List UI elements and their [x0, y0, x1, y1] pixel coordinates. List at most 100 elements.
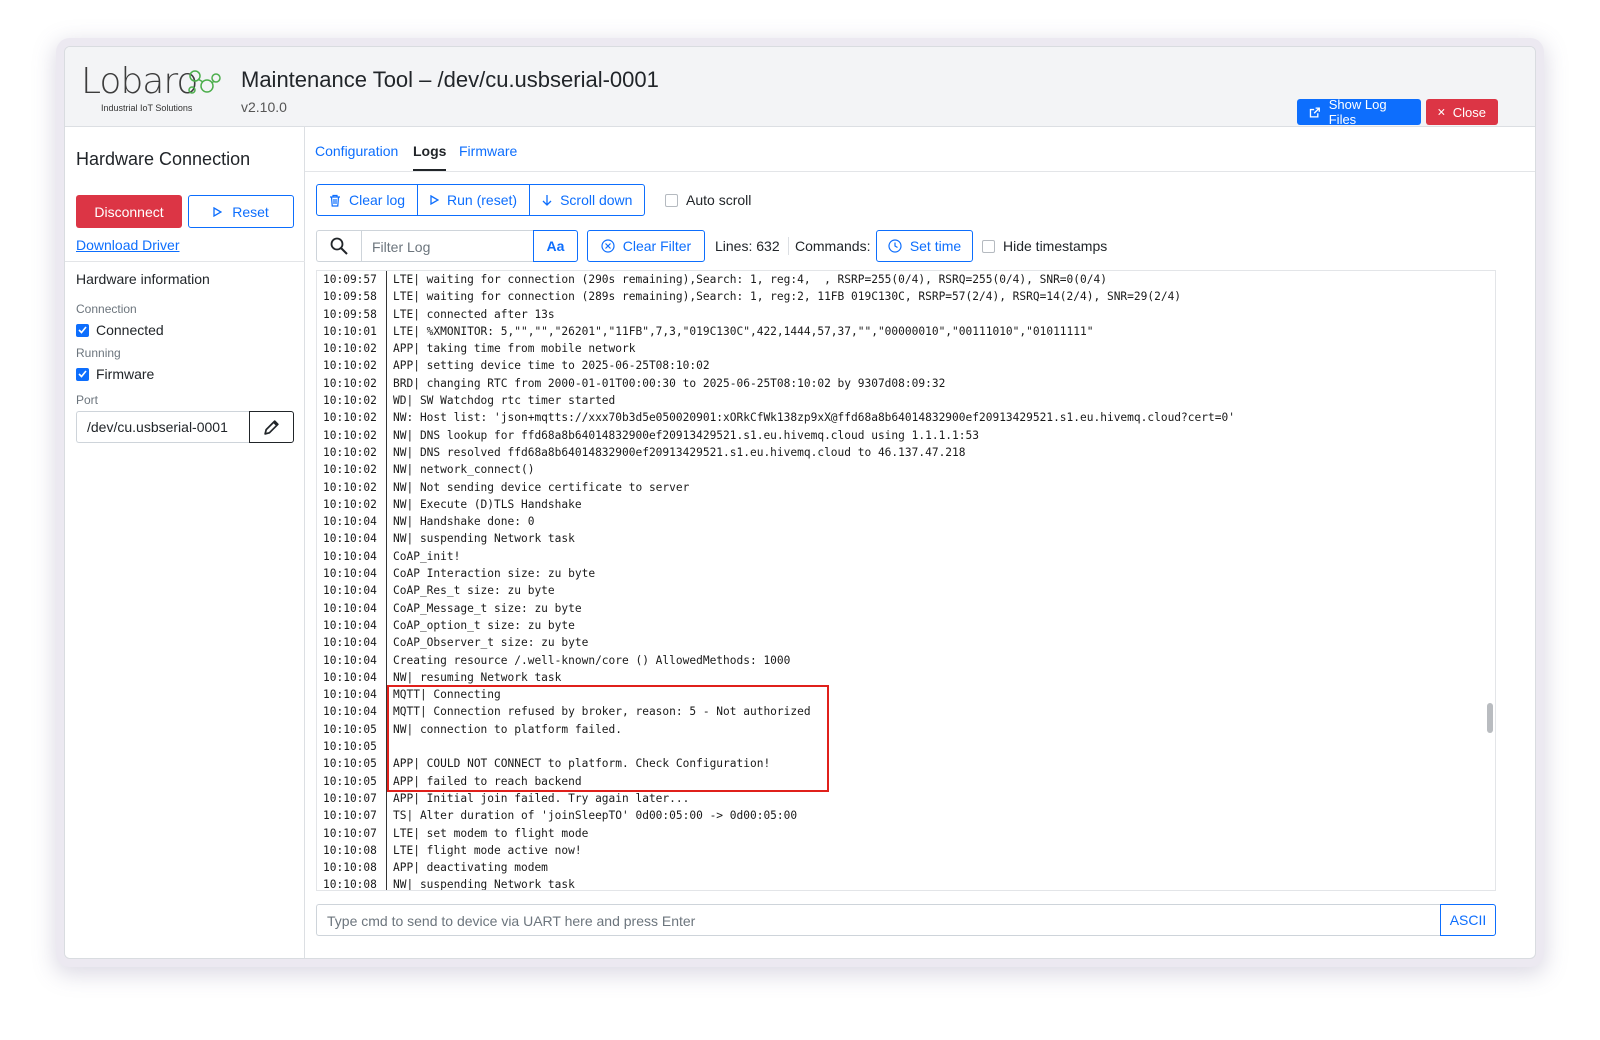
filter-log-input[interactable]: Filter Log	[361, 230, 533, 262]
firmware-label: Firmware	[96, 366, 155, 382]
search-icon	[330, 237, 348, 255]
reset-label: Reset	[232, 203, 269, 220]
pencil-icon	[264, 419, 279, 435]
log-timestamp: 10:10:05	[317, 755, 387, 773]
log-output[interactable]: 10:09:57 LTE| waiting for connection (290…	[316, 270, 1496, 891]
log-line: 10:10:02 WD| SW Watchdog rtc timer starte…	[317, 392, 1482, 410]
app-header: Lobaro Industrial IoT Solutions Maintena…	[65, 47, 1535, 127]
log-timestamp: 10:10:04	[317, 686, 387, 704]
log-timestamp: 10:10:08	[317, 841, 387, 860]
log-message: NW| suspending Network task	[393, 878, 575, 891]
disconnect-button[interactable]: Disconnect	[76, 195, 182, 228]
clear-log-label: Clear log	[349, 192, 406, 208]
reset-button[interactable]: Reset	[188, 195, 294, 228]
sidebar: Hardware Connection Disconnect Reset Dow…	[65, 127, 305, 958]
log-line: 10:10:05 APP| failed to reach backend	[317, 772, 1482, 790]
log-message: LTE| connected after 13s	[393, 307, 555, 321]
auto-scroll-checkbox[interactable]	[665, 193, 678, 207]
hide-timestamps-toggle[interactable]: Hide timestamps	[982, 238, 1107, 254]
check-icon	[78, 370, 87, 378]
log-message: CoAP_Message_t size: zu byte	[393, 601, 582, 615]
commands-label: Commands:	[795, 238, 871, 254]
sidebar-title: Hardware Connection	[76, 149, 251, 169]
encoding-toggle-button[interactable]: ASCII	[1440, 904, 1496, 936]
hardware-info-heading: Hardware information	[76, 271, 210, 287]
log-line: 10:10:05 NW| connection to platform faile…	[317, 720, 1482, 739]
log-timestamp: 10:10:08	[317, 876, 387, 890]
run-reset-button[interactable]: Run (reset)	[418, 185, 531, 215]
log-line: 10:10:02 BRD| changing RTC from 2000-01-0…	[317, 374, 1482, 393]
log-timestamp: 10:10:04	[317, 530, 387, 548]
log-line: 10:10:02 APP| taking time from mobile net…	[317, 340, 1482, 358]
log-line: 10:10:08 NW| suspending Network task	[317, 876, 1482, 891]
case-sensitive-toggle[interactable]: Aa	[533, 230, 578, 262]
connection-label: Connection	[76, 302, 137, 316]
log-message: NW| Execute (D)TLS Handshake	[393, 497, 582, 511]
log-line: 10:10:04 MQTT| Connecting	[317, 686, 1482, 704]
log-lines: 10:09:57 LTE| waiting for connection (290…	[317, 271, 1482, 891]
scroll-down-button[interactable]: Scroll down	[530, 185, 644, 215]
log-timestamp: 10:10:07	[317, 824, 387, 842]
log-scrollbar[interactable]	[1487, 703, 1493, 733]
tab-firmware[interactable]: Firmware	[459, 143, 517, 159]
log-timestamp: 10:10:02	[317, 357, 387, 375]
log-message: LTE| waiting for connection (289s remain…	[393, 290, 1182, 304]
auto-scroll-toggle[interactable]: Auto scroll	[665, 192, 751, 208]
log-line: 10:09:58 LTE| waiting for connection (289…	[317, 288, 1482, 306]
log-message	[387, 738, 393, 755]
log-line: 10:10:04 CoAP_init!	[317, 547, 1482, 566]
log-message: APP| deactivating modem	[393, 861, 548, 875]
log-line: 10:10:04 CoAP_Message_t size: zu byte	[317, 599, 1482, 617]
play-icon	[213, 206, 223, 217]
hide-timestamps-checkbox[interactable]	[982, 239, 995, 253]
log-timestamp: 10:10:04	[317, 599, 387, 617]
set-time-label: Set time	[909, 238, 962, 254]
log-message: NW| connection to platform failed.	[393, 722, 623, 736]
log-line: 10:10:07 LTE| set modem to flight mode	[317, 824, 1482, 842]
log-message: CoAP Interaction size: zu byte	[393, 567, 596, 581]
connected-checkbox[interactable]	[76, 323, 89, 337]
edit-port-button[interactable]	[249, 411, 294, 443]
lobaro-logo: Lobaro Industrial IoT Solutions	[81, 61, 241, 117]
firmware-checkbox[interactable]	[76, 367, 89, 381]
log-line: 10:10:04 CoAP Interaction size: zu byte	[317, 565, 1482, 583]
log-message: MQTT| Connecting	[393, 688, 501, 702]
check-icon	[78, 326, 87, 334]
log-message: LTE| %XMONITOR: 5,"","","26201","11FB",7…	[393, 324, 1094, 338]
log-message: CoAP_Res_t size: zu byte	[393, 584, 555, 598]
log-line: 10:10:08 LTE| flight mode active now!	[317, 841, 1482, 860]
show-log-files-button[interactable]: Show Log Files	[1297, 97, 1421, 127]
close-button[interactable]: Close	[1426, 99, 1498, 125]
scroll-down-label: Scroll down	[560, 192, 633, 208]
firmware-checkbox-row[interactable]: Firmware	[76, 366, 154, 382]
connected-label: Connected	[96, 322, 164, 338]
log-timestamp: 10:10:04	[317, 703, 387, 721]
log-line: 10:10:08 APP| deactivating modem	[317, 859, 1482, 877]
log-message: NW| DNS lookup for ffd68a8b64014832900ef…	[393, 428, 979, 442]
log-timestamp: 10:10:02	[317, 340, 387, 358]
log-timestamp: 10:10:02	[317, 374, 387, 393]
tab-logs[interactable]: Logs	[413, 143, 447, 171]
set-time-button[interactable]: Set time	[876, 230, 973, 262]
logo-tagline: Industrial IoT Solutions	[101, 103, 193, 113]
log-line: 10:10:07 TS| Alter duration of 'joinSleep…	[317, 807, 1482, 825]
clear-log-button[interactable]: Clear log	[317, 185, 419, 215]
log-timestamp: 10:10:02	[317, 426, 387, 444]
log-message: APP| COULD NOT CONNECT to platform. Chec…	[393, 757, 771, 771]
connected-checkbox-row[interactable]: Connected	[76, 322, 164, 338]
log-timestamp: 10:10:04	[317, 651, 387, 669]
log-timestamp: 10:10:08	[317, 859, 387, 877]
log-line: 10:10:04 NW| resuming Network task	[317, 668, 1482, 687]
log-message: APP| Initial join failed. Try again late…	[393, 791, 690, 805]
tab-configuration[interactable]: Configuration	[315, 143, 398, 159]
hide-timestamps-label: Hide timestamps	[1003, 238, 1108, 254]
log-line: 10:10:05	[317, 738, 1482, 756]
uart-command-input[interactable]: Type cmd to send to device via UART here…	[316, 904, 1440, 936]
download-driver-link[interactable]: Download Driver	[76, 237, 179, 253]
port-field[interactable]: /dev/cu.usbserial-0001	[76, 411, 249, 443]
logo-wordmark: Lobaro	[81, 61, 198, 102]
main-panel: Configuration Logs Firmware Clear log Ru…	[305, 127, 1535, 958]
show-log-files-label: Show Log Files	[1328, 97, 1387, 127]
clear-filter-button[interactable]: Clear Filter	[587, 230, 705, 262]
log-message: CoAP_Observer_t size: zu byte	[393, 636, 589, 650]
